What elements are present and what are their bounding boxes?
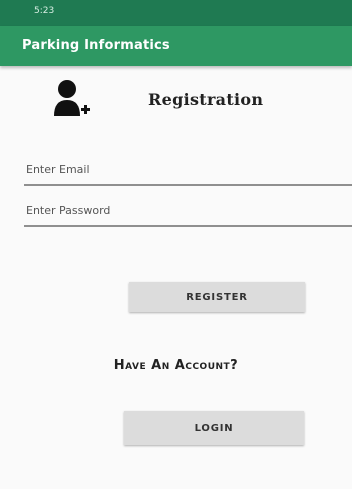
registration-screen: 5:23 Parking Informatics Registration RE… bbox=[0, 0, 352, 489]
have-account-text: Have An Account? bbox=[113, 358, 239, 373]
app-title: Parking Informatics bbox=[22, 38, 170, 53]
status-bar: 5:23 bbox=[0, 0, 352, 26]
password-field[interactable] bbox=[24, 199, 352, 227]
register-button[interactable]: REGISTER bbox=[129, 282, 305, 312]
email-field[interactable] bbox=[24, 158, 352, 186]
add-user-icon bbox=[54, 80, 90, 116]
page-title: Registration bbox=[148, 90, 264, 109]
status-time: 5:23 bbox=[34, 6, 55, 16]
login-button[interactable]: LOGIN bbox=[124, 411, 304, 445]
app-bar: Parking Informatics bbox=[0, 26, 352, 66]
